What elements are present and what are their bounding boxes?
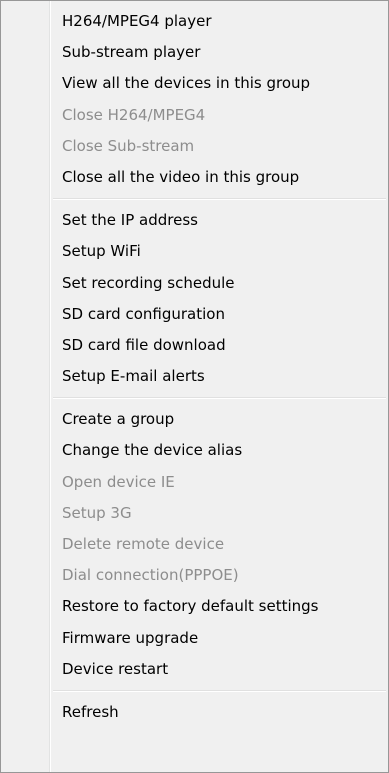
menu-item-close-all-video-in-group[interactable]: Close all the video in this group xyxy=(1,162,388,193)
menu-item-change-device-alias[interactable]: Change the device alias xyxy=(1,435,388,466)
menu-item-delete-remote-device: Delete remote device xyxy=(62,535,225,553)
menu-item-close-h264-mpeg4: Close H264/MPEG4 xyxy=(62,105,206,124)
menu-item-setup-wifi[interactable]: Setup WiFi xyxy=(1,236,388,267)
menu-item-device-restart[interactable]: Device restart xyxy=(1,654,388,685)
menu-item-h264-mpeg4-player[interactable]: H264/MPEG4 player xyxy=(1,6,388,37)
menu-list: H264/MPEG4 player Sub-stream player View… xyxy=(1,6,388,728)
menu-item-firmware-upgrade[interactable]: Firmware upgrade xyxy=(1,623,388,654)
menu-item-sub-stream-player[interactable]: Sub-stream player xyxy=(1,37,388,68)
menu-item-setup-email-alerts[interactable]: Setup E-mail alerts xyxy=(1,361,388,392)
menu-item-create-group[interactable]: Create a group xyxy=(1,404,388,435)
menu-item-set-recording-schedule[interactable]: Set recording schedule xyxy=(1,268,388,299)
menu-item-refresh[interactable]: Refresh xyxy=(1,697,388,728)
menu-item-restore-factory-defaults[interactable]: Restore to factory default settings xyxy=(1,591,388,622)
menu-separator xyxy=(1,193,388,205)
menu-item-close-sub-stream: Close Sub-stream xyxy=(62,136,195,155)
menu-item-dial-connection-pppoe: Dial connection(PPPOE) xyxy=(62,566,239,585)
menu-item-setup-3g: Setup 3G xyxy=(62,503,132,522)
menu-item-open-device-ie: Open device IE xyxy=(62,472,175,491)
menu-item-view-all-devices-in-group[interactable]: View all the devices in this group xyxy=(1,68,388,99)
menu-separator xyxy=(1,685,388,697)
menu-item-sd-card-file-download[interactable]: SD card file download xyxy=(1,330,388,361)
menu-item-set-ip-address[interactable]: Set the IP address xyxy=(1,205,388,236)
menu-separator xyxy=(1,392,388,404)
context-menu: H264/MPEG4 player Sub-stream player View… xyxy=(0,0,389,773)
menu-item-sd-card-configuration[interactable]: SD card configuration xyxy=(1,299,388,330)
